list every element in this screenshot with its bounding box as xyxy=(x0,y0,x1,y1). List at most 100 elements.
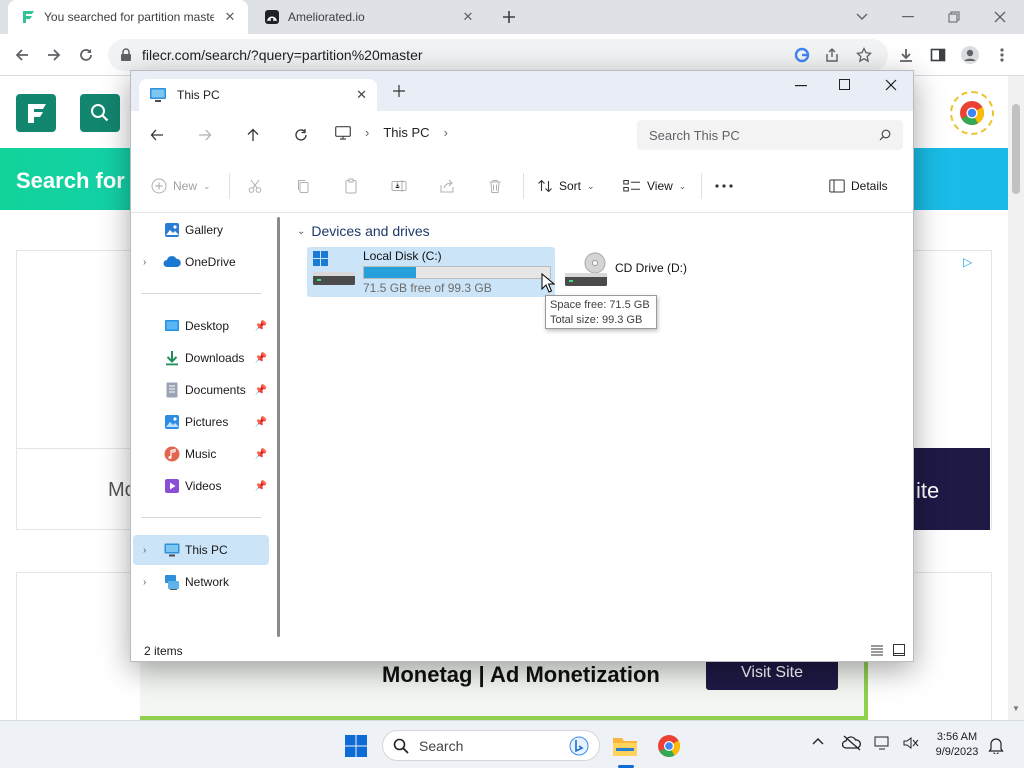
restore-icon[interactable] xyxy=(940,3,968,31)
view-button[interactable]: View ⌄ xyxy=(623,173,686,199)
ad-right-button[interactable]: ite xyxy=(912,448,990,530)
volume-muted-icon[interactable] xyxy=(902,735,920,751)
back-icon[interactable] xyxy=(8,41,36,69)
google-lens-icon[interactable] xyxy=(794,47,810,63)
bookmark-star-icon[interactable] xyxy=(856,47,872,63)
close-window-icon[interactable] xyxy=(885,79,897,91)
divider xyxy=(141,517,261,518)
breadcrumb[interactable]: › This PC › xyxy=(335,125,448,140)
address-bar[interactable]: filecr.com/search/?query=partition%20mas… xyxy=(108,39,888,71)
minimize-icon[interactable] xyxy=(894,3,922,31)
drive-d-tile[interactable]: CD Drive (D:) xyxy=(561,247,701,297)
up-icon[interactable] xyxy=(239,121,267,149)
ad-choices-icon[interactable]: ▷ xyxy=(963,255,972,269)
refresh-icon[interactable] xyxy=(287,121,315,149)
chrome-menu-icon[interactable] xyxy=(988,41,1016,69)
network-status-icon[interactable] xyxy=(874,735,892,751)
clock-time: 3:56 AM xyxy=(936,731,978,743)
sidebar-item-videos[interactable]: Videos 📌 xyxy=(133,471,269,501)
site-search-button[interactable] xyxy=(80,94,120,132)
details-view-icon[interactable] xyxy=(871,644,883,656)
close-tab-icon[interactable]: ✕ xyxy=(460,9,476,25)
paste-icon[interactable] xyxy=(343,173,359,199)
filecr-logo[interactable] xyxy=(16,94,56,132)
profile-avatar-icon[interactable] xyxy=(956,41,984,69)
sidebar-item-documents[interactable]: Documents 📌 xyxy=(133,375,269,405)
sidebar-item-pictures[interactable]: Pictures 📌 xyxy=(133,407,269,437)
close-window-icon[interactable] xyxy=(986,3,1014,31)
taskbar-chrome[interactable] xyxy=(652,729,686,763)
chevron-right-icon[interactable]: › xyxy=(143,257,146,268)
downloads-icon[interactable] xyxy=(892,41,920,69)
sidebar-item-desktop[interactable]: Desktop 📌 xyxy=(133,311,269,341)
site-info-icon[interactable] xyxy=(120,48,132,62)
taskbar-file-explorer[interactable] xyxy=(608,729,642,768)
chevron-right-icon[interactable]: › xyxy=(365,125,369,140)
chrome-extension-icon[interactable] xyxy=(950,91,994,135)
chevron-right-icon[interactable]: › xyxy=(444,125,448,140)
browser-tab-active[interactable]: You searched for partition maste ✕ xyxy=(8,0,248,34)
cd-drive-icon xyxy=(563,251,609,291)
share-icon[interactable] xyxy=(439,173,455,199)
delete-icon[interactable] xyxy=(487,173,503,199)
pin-icon[interactable]: 📌 xyxy=(255,353,267,364)
sort-button[interactable]: Sort ⌄ xyxy=(537,173,595,199)
sidebar-item-label: Network xyxy=(185,575,230,589)
scroll-down-icon[interactable]: ▼ xyxy=(1012,704,1020,713)
taskbar-search[interactable]: Search xyxy=(382,730,600,761)
maximize-icon[interactable] xyxy=(839,79,851,91)
rename-icon[interactable] xyxy=(391,173,407,199)
copy-icon[interactable] xyxy=(295,173,311,199)
sidebar-item-this-pc[interactable]: › This PC xyxy=(133,535,269,565)
ad-left[interactable]: Mo xyxy=(16,448,136,530)
new-tab-icon[interactable] xyxy=(393,85,405,97)
new-button[interactable]: New ⌄ xyxy=(151,173,211,199)
more-options-icon[interactable] xyxy=(715,173,733,199)
minimize-icon[interactable] xyxy=(795,85,807,87)
explorer-tab[interactable]: This PC ✕ xyxy=(139,79,377,111)
start-button[interactable] xyxy=(339,729,373,763)
breadcrumb-this-pc[interactable]: This PC xyxy=(383,125,429,140)
forward-icon[interactable] xyxy=(40,41,68,69)
tab-search-icon[interactable] xyxy=(848,3,876,31)
clock[interactable]: 3:56 AM 9/9/2023 xyxy=(928,730,986,760)
close-tab-icon[interactable]: ✕ xyxy=(222,9,238,25)
pin-icon[interactable]: 📌 xyxy=(255,481,267,492)
browser-tab[interactable]: Ameliorated.io ✕ xyxy=(252,0,486,34)
sidebar-item-downloads[interactable]: Downloads 📌 xyxy=(133,343,269,373)
large-icons-view-icon[interactable] xyxy=(893,644,905,656)
side-panel-icon[interactable] xyxy=(924,41,952,69)
pin-icon[interactable]: 📌 xyxy=(255,385,267,396)
explorer-titlebar: This PC ✕ xyxy=(131,71,913,111)
tab-title: Ameliorated.io xyxy=(288,10,365,24)
chevron-right-icon[interactable]: › xyxy=(143,545,146,556)
sidebar-item-onedrive[interactable]: › OneDrive xyxy=(133,247,269,277)
sidebar-item-music[interactable]: Music 📌 xyxy=(133,439,269,469)
drive-free-space: 71.5 GB free of 99.3 GB xyxy=(363,281,492,295)
navigation-scrollbar[interactable] xyxy=(277,217,280,637)
sidebar-item-gallery[interactable]: Gallery xyxy=(133,215,269,245)
close-tab-icon[interactable]: ✕ xyxy=(356,87,367,103)
forward-icon[interactable] xyxy=(191,121,219,149)
sidebar-item-network[interactable]: › Network xyxy=(133,567,269,597)
chevron-down-icon: ⌄ xyxy=(203,180,211,191)
notifications-bell-icon[interactable] xyxy=(988,736,1004,754)
section-header[interactable]: ⌄ Devices and drives xyxy=(297,223,430,239)
reload-icon[interactable] xyxy=(72,41,100,69)
details-button[interactable]: Details xyxy=(829,173,888,199)
onedrive-offline-icon[interactable] xyxy=(842,735,862,751)
chevron-right-icon[interactable]: › xyxy=(143,577,146,588)
drive-c-tile[interactable]: Local Disk (C:) 71.5 GB free of 99.3 GB xyxy=(307,247,555,297)
search-box[interactable]: Search This PC xyxy=(637,120,903,150)
chevron-down-icon[interactable]: ⌄ xyxy=(297,226,305,237)
pin-icon[interactable]: 📌 xyxy=(255,321,267,332)
back-icon[interactable] xyxy=(143,121,171,149)
share-icon[interactable] xyxy=(824,47,840,63)
cut-icon[interactable] xyxy=(247,173,263,199)
scrollbar-thumb[interactable] xyxy=(1012,104,1020,194)
new-tab-icon[interactable] xyxy=(495,3,523,31)
tray-overflow-icon[interactable] xyxy=(812,737,824,745)
pin-icon[interactable]: 📌 xyxy=(255,417,267,428)
pin-icon[interactable]: 📌 xyxy=(255,449,267,460)
page-scrollbar[interactable]: ▼ xyxy=(1008,76,1024,720)
